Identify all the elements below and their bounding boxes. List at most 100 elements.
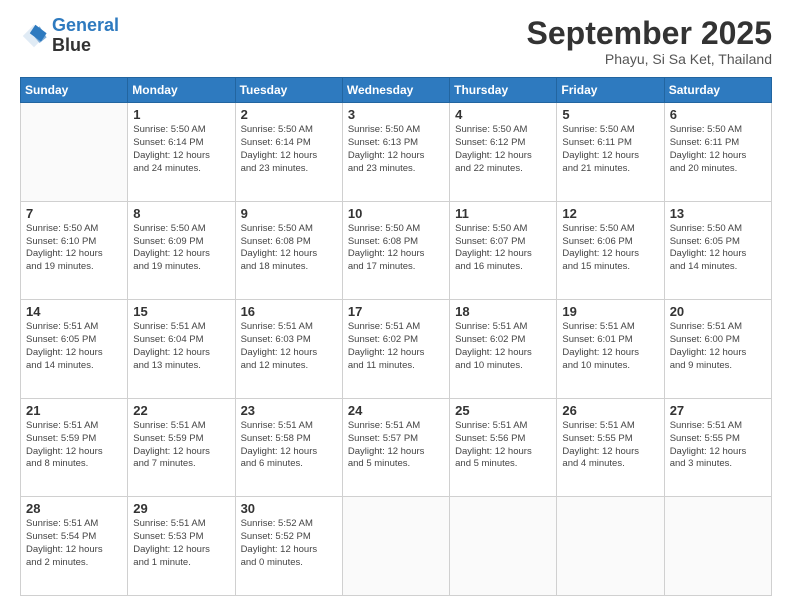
- calendar-cell: 7 Sunrise: 5:50 AM Sunset: 6:10 PM Daylig…: [21, 201, 128, 300]
- calendar-cell: 25 Sunrise: 5:51 AM Sunset: 5:56 PM Dayli…: [450, 398, 557, 497]
- calendar-cell: 27 Sunrise: 5:51 AM Sunset: 5:55 PM Dayli…: [664, 398, 771, 497]
- calendar-cell: 18 Sunrise: 5:51 AM Sunset: 6:02 PM Dayli…: [450, 300, 557, 399]
- day-number: 10: [348, 206, 444, 221]
- day-number: 2: [241, 107, 337, 122]
- day-number: 27: [670, 403, 766, 418]
- day-info: Sunrise: 5:50 AM Sunset: 6:14 PM Dayligh…: [241, 124, 337, 175]
- day-number: 6: [670, 107, 766, 122]
- day-number: 29: [133, 501, 229, 516]
- day-info: Sunrise: 5:51 AM Sunset: 5:54 PM Dayligh…: [26, 518, 122, 569]
- header: General Blue September 2025 Phayu, Si Sa…: [20, 16, 772, 67]
- calendar-cell: 26Sunrise: 5:51 AM Sunset: 5:55 PM Dayli…: [557, 398, 664, 497]
- day-number: 23: [241, 403, 337, 418]
- calendar-cell: 10 Sunrise: 5:50 AM Sunset: 6:08 PM Dayli…: [342, 201, 449, 300]
- day-number: 3: [348, 107, 444, 122]
- calendar-cell: 23 Sunrise: 5:51 AM Sunset: 5:58 PM Dayli…: [235, 398, 342, 497]
- day-number: 14: [26, 304, 122, 319]
- logo: General Blue: [20, 16, 119, 56]
- day-info: Sunrise: 5:51 AM Sunset: 6:04 PM Dayligh…: [133, 321, 229, 372]
- calendar-cell: 11Sunrise: 5:50 AM Sunset: 6:07 PM Dayli…: [450, 201, 557, 300]
- day-info: Sunrise: 5:50 AM Sunset: 6:14 PM Dayligh…: [133, 124, 229, 175]
- calendar-cell: [450, 497, 557, 596]
- calendar-cell: 17 Sunrise: 5:51 AM Sunset: 6:02 PM Dayli…: [342, 300, 449, 399]
- logo-line2: Blue: [52, 36, 119, 56]
- logo-icon: [20, 22, 48, 50]
- calendar-cell: 22Sunrise: 5:51 AM Sunset: 5:59 PM Dayli…: [128, 398, 235, 497]
- day-info: Sunrise: 5:51 AM Sunset: 6:03 PM Dayligh…: [241, 321, 337, 372]
- logo-text: General Blue: [52, 16, 119, 56]
- subtitle: Phayu, Si Sa Ket, Thailand: [527, 51, 772, 67]
- weekday-header-wednesday: Wednesday: [342, 78, 449, 103]
- day-info: Sunrise: 5:51 AM Sunset: 5:55 PM Dayligh…: [670, 420, 766, 471]
- day-number: 16: [241, 304, 337, 319]
- day-info: Sunrise: 5:52 AM Sunset: 5:52 PM Dayligh…: [241, 518, 337, 569]
- day-number: 20: [670, 304, 766, 319]
- day-info: Sunrise: 5:51 AM Sunset: 5:57 PM Dayligh…: [348, 420, 444, 471]
- logo-line1: General: [52, 15, 119, 35]
- calendar-cell: 4 Sunrise: 5:50 AM Sunset: 6:12 PM Daylig…: [450, 103, 557, 202]
- day-info: Sunrise: 5:51 AM Sunset: 6:00 PM Dayligh…: [670, 321, 766, 372]
- day-info: Sunrise: 5:50 AM Sunset: 6:12 PM Dayligh…: [455, 124, 551, 175]
- day-number: 21: [26, 403, 122, 418]
- day-info: Sunrise: 5:50 AM Sunset: 6:05 PM Dayligh…: [670, 223, 766, 274]
- calendar-cell: 19Sunrise: 5:51 AM Sunset: 6:01 PM Dayli…: [557, 300, 664, 399]
- day-info: Sunrise: 5:50 AM Sunset: 6:11 PM Dayligh…: [562, 124, 658, 175]
- calendar-cell: [557, 497, 664, 596]
- day-number: 1: [133, 107, 229, 122]
- day-info: Sunrise: 5:50 AM Sunset: 6:08 PM Dayligh…: [348, 223, 444, 274]
- calendar-week-row: 1 Sunrise: 5:50 AM Sunset: 6:14 PM Daylig…: [21, 103, 772, 202]
- calendar-header-row: SundayMondayTuesdayWednesdayThursdayFrid…: [21, 78, 772, 103]
- page: General Blue September 2025 Phayu, Si Sa…: [0, 0, 792, 612]
- calendar-cell: 28 Sunrise: 5:51 AM Sunset: 5:54 PM Dayli…: [21, 497, 128, 596]
- calendar-cell: 9Sunrise: 5:50 AM Sunset: 6:08 PM Daylig…: [235, 201, 342, 300]
- day-number: 18: [455, 304, 551, 319]
- day-number: 25: [455, 403, 551, 418]
- calendar-cell: 24 Sunrise: 5:51 AM Sunset: 5:57 PM Dayli…: [342, 398, 449, 497]
- day-info: Sunrise: 5:51 AM Sunset: 5:59 PM Dayligh…: [26, 420, 122, 471]
- day-info: Sunrise: 5:51 AM Sunset: 6:05 PM Dayligh…: [26, 321, 122, 372]
- day-number: 15: [133, 304, 229, 319]
- day-info: Sunrise: 5:50 AM Sunset: 6:11 PM Dayligh…: [670, 124, 766, 175]
- calendar-week-row: 7 Sunrise: 5:50 AM Sunset: 6:10 PM Daylig…: [21, 201, 772, 300]
- day-number: 13: [670, 206, 766, 221]
- calendar-cell: 12Sunrise: 5:50 AM Sunset: 6:06 PM Dayli…: [557, 201, 664, 300]
- calendar-cell: [21, 103, 128, 202]
- calendar-cell: 5Sunrise: 5:50 AM Sunset: 6:11 PM Daylig…: [557, 103, 664, 202]
- day-info: Sunrise: 5:51 AM Sunset: 5:58 PM Dayligh…: [241, 420, 337, 471]
- calendar-cell: 14 Sunrise: 5:51 AM Sunset: 6:05 PM Dayli…: [21, 300, 128, 399]
- calendar-cell: [342, 497, 449, 596]
- calendar-week-row: 14 Sunrise: 5:51 AM Sunset: 6:05 PM Dayli…: [21, 300, 772, 399]
- day-info: Sunrise: 5:50 AM Sunset: 6:07 PM Dayligh…: [455, 223, 551, 274]
- weekday-header-friday: Friday: [557, 78, 664, 103]
- calendar-cell: 20 Sunrise: 5:51 AM Sunset: 6:00 PM Dayli…: [664, 300, 771, 399]
- calendar-cell: 21 Sunrise: 5:51 AM Sunset: 5:59 PM Dayli…: [21, 398, 128, 497]
- weekday-header-sunday: Sunday: [21, 78, 128, 103]
- day-number: 4: [455, 107, 551, 122]
- day-info: Sunrise: 5:50 AM Sunset: 6:10 PM Dayligh…: [26, 223, 122, 274]
- day-number: 12: [562, 206, 658, 221]
- title-block: September 2025 Phayu, Si Sa Ket, Thailan…: [527, 16, 772, 67]
- calendar-cell: [664, 497, 771, 596]
- weekday-header-thursday: Thursday: [450, 78, 557, 103]
- calendar-week-row: 28 Sunrise: 5:51 AM Sunset: 5:54 PM Dayli…: [21, 497, 772, 596]
- day-number: 7: [26, 206, 122, 221]
- calendar-cell: 30 Sunrise: 5:52 AM Sunset: 5:52 PM Dayli…: [235, 497, 342, 596]
- day-info: Sunrise: 5:51 AM Sunset: 5:56 PM Dayligh…: [455, 420, 551, 471]
- day-number: 30: [241, 501, 337, 516]
- day-info: Sunrise: 5:51 AM Sunset: 5:53 PM Dayligh…: [133, 518, 229, 569]
- day-info: Sunrise: 5:50 AM Sunset: 6:08 PM Dayligh…: [241, 223, 337, 274]
- weekday-header-saturday: Saturday: [664, 78, 771, 103]
- calendar-cell: 13 Sunrise: 5:50 AM Sunset: 6:05 PM Dayli…: [664, 201, 771, 300]
- day-number: 24: [348, 403, 444, 418]
- day-info: Sunrise: 5:51 AM Sunset: 6:02 PM Dayligh…: [348, 321, 444, 372]
- calendar-cell: 1 Sunrise: 5:50 AM Sunset: 6:14 PM Daylig…: [128, 103, 235, 202]
- day-number: 17: [348, 304, 444, 319]
- calendar-cell: 8Sunrise: 5:50 AM Sunset: 6:09 PM Daylig…: [128, 201, 235, 300]
- calendar-cell: 6 Sunrise: 5:50 AM Sunset: 6:11 PM Daylig…: [664, 103, 771, 202]
- day-number: 28: [26, 501, 122, 516]
- calendar-cell: 16 Sunrise: 5:51 AM Sunset: 6:03 PM Dayli…: [235, 300, 342, 399]
- calendar-cell: 2 Sunrise: 5:50 AM Sunset: 6:14 PM Daylig…: [235, 103, 342, 202]
- day-info: Sunrise: 5:51 AM Sunset: 6:02 PM Dayligh…: [455, 321, 551, 372]
- day-number: 26: [562, 403, 658, 418]
- day-info: Sunrise: 5:51 AM Sunset: 6:01 PM Dayligh…: [562, 321, 658, 372]
